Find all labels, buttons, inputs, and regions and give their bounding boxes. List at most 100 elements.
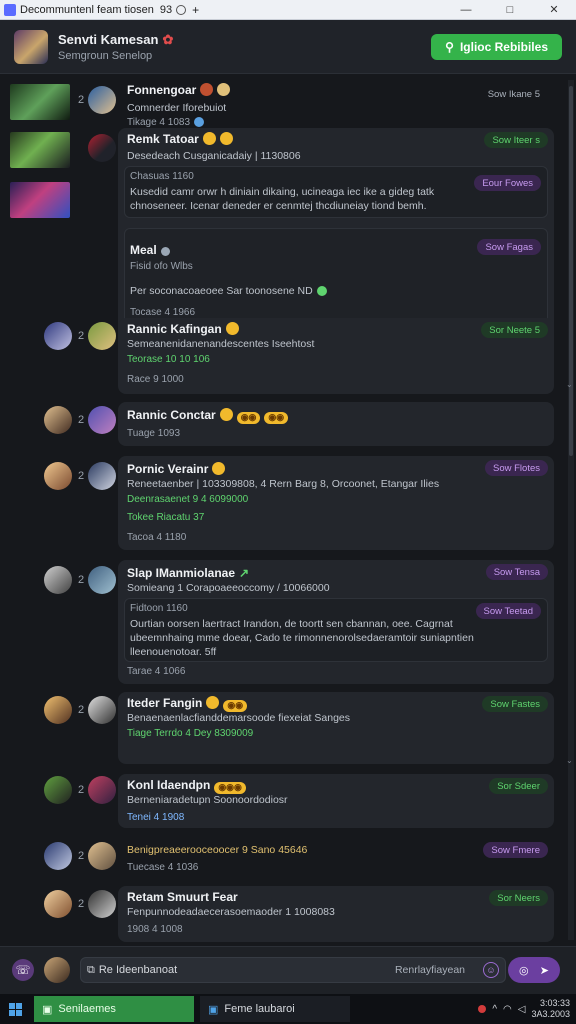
attach-icon[interactable]: ⧉	[87, 964, 95, 977]
title-bar: Decommuntenl feam tiosen 93 + — □ ✕	[0, 0, 576, 20]
status-badge[interactable]: Sow Fastes	[482, 696, 548, 712]
post-author[interactable]: Rannic Conctar ◉◉ ◉◉	[127, 408, 289, 424]
post-text: Desedeach Cusganicadaiy | 1130806	[127, 150, 301, 162]
post-author[interactable]: Pornic Verainr	[127, 462, 226, 476]
user-avatar[interactable]	[44, 842, 72, 870]
join-button[interactable]: ⚲ Iglioc Rebibiles	[431, 33, 562, 60]
taskbar-app-label: Senilaemes	[58, 1003, 116, 1015]
user-avatar[interactable]	[88, 134, 116, 162]
clock-date: 3A3.2003	[531, 1009, 570, 1019]
post-meta: Deenrasaenet 9 4 6099000	[127, 494, 249, 505]
header-name-text: Senvti Kamesan	[58, 31, 159, 47]
quoted-body: Ourtian oorsen laertract Irandon, de too…	[130, 618, 474, 658]
send-icon[interactable]: ➤	[540, 964, 549, 977]
minimize-button[interactable]: —	[444, 0, 488, 20]
status-badge[interactable]: Eour Fowes	[474, 175, 541, 191]
status-badge[interactable]: Sow Fagas	[477, 239, 541, 255]
post-card: Pornic Verainr Reneetaenber | 103309808,…	[118, 456, 554, 550]
chevron-up-icon[interactable]: ^	[492, 1004, 497, 1015]
status-badge[interactable]: Sow Ikane 5	[480, 86, 548, 102]
call-icon[interactable]: ☏	[12, 959, 34, 981]
taskbar-app-active[interactable]: ▣ Senilaemes	[34, 996, 194, 1022]
status-badge[interactable]: Sow Flotes	[485, 460, 548, 476]
feed-scrollbar[interactable]: ⌄ ⌄	[566, 80, 574, 940]
post-text: Semeanenidanenandescentes Iseehtost	[127, 338, 315, 350]
thumbnail-image[interactable]	[10, 182, 70, 218]
post-meta: Tiage Terrdo 4 Dey 8309009	[127, 728, 254, 739]
user-avatar[interactable]	[88, 842, 116, 870]
user-avatar[interactable]	[44, 462, 72, 490]
post-meta: Tikage 4 1083	[127, 117, 205, 128]
reaction-icon[interactable]	[194, 117, 205, 127]
sub-reactions: Tocase 4 1966	[130, 307, 196, 318]
status-badge[interactable]: Sow Teetad	[475, 603, 541, 619]
sub-author[interactable]: Meal	[130, 243, 170, 257]
new-tab-button[interactable]: +	[192, 3, 199, 17]
scroll-arrow-icon[interactable]: ⌄	[566, 380, 573, 389]
header-name: Senvti Kamesan ✿	[58, 32, 173, 48]
user-avatar[interactable]	[44, 890, 72, 918]
post-author[interactable]: Retam Smuurt Fear	[127, 890, 238, 904]
user-avatar[interactable]	[88, 86, 116, 114]
close-button[interactable]: ✕	[532, 0, 576, 20]
taskbar-app[interactable]: ▣ Feme laubaroi	[200, 996, 350, 1022]
emoji-icon	[225, 322, 239, 335]
user-avatar[interactable]	[88, 890, 116, 918]
message-input[interactable]: ⧉ Re Ideenbanoat Renrlayfiayean ☺	[80, 957, 506, 983]
thumbnail-image[interactable]	[10, 132, 70, 168]
composer-bar: ☏ ⧉ Re Ideenbanoat Renrlayfiayean ☺ ◎ ➤	[0, 946, 576, 994]
status-badge[interactable]: Sow Fmere	[483, 842, 548, 858]
scroll-arrow-icon[interactable]: ⌄	[566, 756, 573, 765]
wifi-icon[interactable]: ◠	[503, 1004, 512, 1015]
row-count: 2	[78, 574, 85, 586]
emoji-icon	[200, 83, 214, 96]
sticker-icon[interactable]: ◎	[519, 964, 529, 977]
post-author[interactable]: Slap IManmiolanae ↗	[127, 566, 249, 580]
user-avatar[interactable]	[88, 462, 116, 490]
user-avatar[interactable]	[44, 406, 72, 434]
emoji-icon	[206, 696, 220, 709]
post-author[interactable]: Remk Tatoar	[127, 132, 233, 146]
user-avatar[interactable]	[88, 776, 116, 804]
user-avatar[interactable]	[44, 696, 72, 724]
emoji-picker-icon[interactable]: ☺	[483, 962, 499, 978]
post-author[interactable]: Fonnengoar	[127, 83, 231, 97]
post-author[interactable]: Iteder Fangin ◉◉	[127, 696, 248, 712]
maximize-button[interactable]: □	[488, 0, 532, 20]
status-badge[interactable]: Sor Neers	[489, 890, 548, 906]
quoted-message: Chasuas 1160 Kusedid camr orwr h diniain…	[124, 166, 548, 218]
quoted-body: Kusedid camr orwr h diniain dikaing, uci…	[130, 186, 435, 212]
user-avatar[interactable]	[44, 776, 72, 804]
status-badge[interactable]: Sow Tensa	[485, 564, 548, 580]
status-badge[interactable]: Sor Neete 5	[481, 322, 548, 338]
notification-icon[interactable]	[478, 1005, 487, 1013]
start-button[interactable]	[0, 994, 30, 1024]
feed-row: 2 Rannic Conctar ◉◉ ◉◉ Tuage 1093	[0, 402, 562, 448]
sub-text: Per soconacoaeoee Sar toonosene ND	[130, 285, 327, 297]
post-author[interactable]: Konl Idaendpn ◉◉◉	[127, 778, 246, 794]
user-avatar[interactable]	[88, 322, 116, 350]
post-author-name: Rannic Kafingan	[127, 322, 222, 336]
message-feed: 2 Fonnengoar Comnerder Iforebuiot Tikage…	[0, 74, 576, 946]
quoted-message: Fidtoon 1160 Ourtian oorsen laertract Ir…	[124, 598, 548, 662]
post-reactions: Tacoa 4 1180	[127, 532, 187, 543]
channel-avatar[interactable]	[14, 29, 48, 64]
user-avatar[interactable]	[44, 566, 72, 594]
scrollbar-thumb[interactable]	[569, 86, 573, 456]
user-avatar[interactable]	[88, 566, 116, 594]
user-avatar[interactable]	[88, 406, 116, 434]
user-avatar[interactable]	[88, 696, 116, 724]
send-controls[interactable]: ◎ ➤	[508, 957, 560, 983]
emoji-icon	[212, 462, 226, 475]
status-badge[interactable]: Sor Sdeer	[489, 778, 548, 794]
clock[interactable]: 3:03:33 3A3.2003	[531, 998, 570, 1020]
volume-icon[interactable]: ◁	[518, 1004, 526, 1015]
feed-row: 2 Fonnengoar Comnerder Iforebuiot Tikage…	[0, 80, 562, 128]
tab-globe-icon[interactable]	[176, 4, 187, 15]
thumbnail-image[interactable]	[10, 84, 70, 120]
emoji-pill: ◉◉	[236, 412, 261, 424]
user-avatar[interactable]	[44, 322, 72, 350]
status-badge[interactable]: Sow Iteer s	[484, 132, 548, 148]
self-avatar[interactable]	[44, 957, 70, 983]
post-author[interactable]: Rannic Kafingan	[127, 322, 239, 336]
